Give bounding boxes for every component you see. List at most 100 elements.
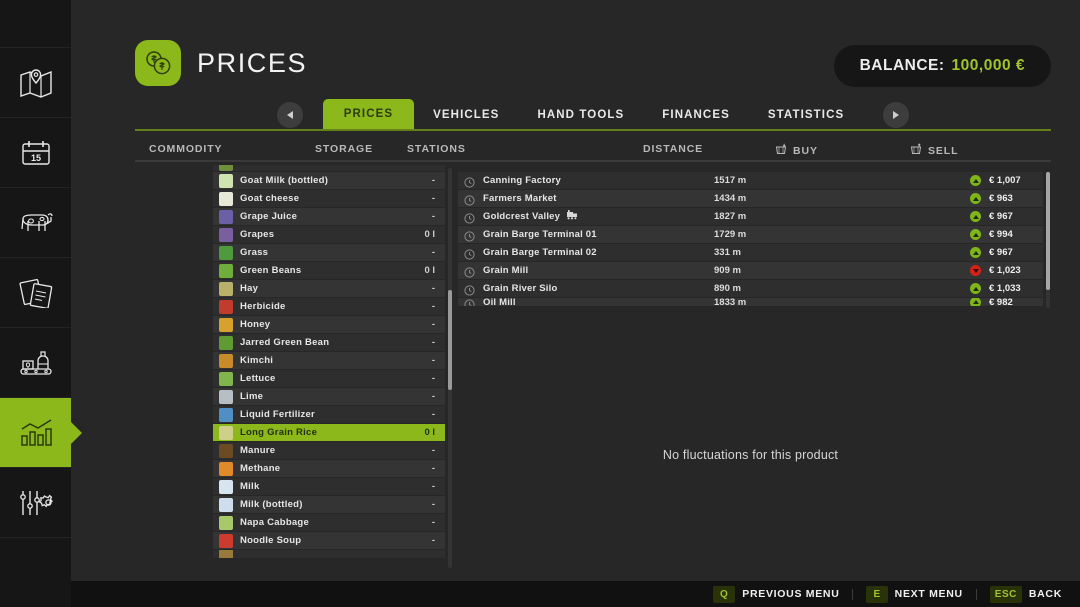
sidebar-item-settings[interactable]: [0, 468, 71, 538]
commodity-storage-value: 0 l: [424, 427, 437, 438]
commodity-storage-value: -: [432, 445, 437, 456]
sidebar-item-contracts[interactable]: [0, 258, 71, 328]
commodity-storage-value: -: [432, 409, 437, 420]
commodity-storage-value: -: [432, 319, 437, 330]
commodity-storage-value: -: [432, 355, 437, 366]
commodity-row[interactable]: Goat cheese-: [213, 190, 445, 208]
stations-scrollbar[interactable]: [1046, 172, 1050, 308]
station-name: Grain Mill: [483, 265, 528, 276]
commodity-list-panel[interactable]: Goat Milk (bottled)-Goat cheese-Grape Ju…: [213, 165, 445, 570]
hint-previous-menu[interactable]: Q PREVIOUS MENU: [713, 586, 839, 603]
commodity-row-selected[interactable]: Long Grain Rice0 l: [213, 424, 445, 442]
column-header-sell: SELL: [910, 143, 958, 158]
commodity-row[interactable]: Grape Juice-: [213, 208, 445, 226]
commodity-row[interactable]: Lettuce-: [213, 370, 445, 388]
station-marker-icon: [464, 193, 475, 204]
commodity-row[interactable]: Methane-: [213, 460, 445, 478]
commodity-row[interactable]: Kimchi-: [213, 352, 445, 370]
commodity-row[interactable]: Grass-: [213, 244, 445, 262]
tab-vehicles[interactable]: VEHICLES: [414, 101, 518, 130]
hint-back[interactable]: ESC BACK: [990, 586, 1062, 603]
commodity-storage-value: -: [432, 301, 437, 312]
tab-hand-tools[interactable]: HAND TOOLS: [518, 101, 643, 130]
commodity-row[interactable]: Honey-: [213, 316, 445, 334]
commodity-icon: [219, 246, 233, 260]
commodity-icon: [219, 426, 233, 440]
commodity-name: Goat cheese: [240, 193, 432, 204]
tab-prev-button[interactable]: [277, 102, 303, 128]
tab-finances[interactable]: FINANCES: [643, 101, 749, 130]
commodity-name: Jarred Green Bean: [240, 337, 432, 348]
tab-prices[interactable]: PRICES: [323, 99, 414, 130]
commodity-row[interactable]: Jarred Green Bean-: [213, 334, 445, 352]
commodity-row[interactable]: Green Beans0 l: [213, 262, 445, 280]
commodity-icon: [219, 498, 233, 512]
sidebar-item-animals[interactable]: [0, 188, 71, 258]
commodity-row[interactable]: Napa Cabbage-: [213, 514, 445, 532]
trend-up-icon: [970, 283, 981, 294]
tab-statistics[interactable]: STATISTICS: [749, 101, 863, 130]
commodity-icon: [219, 228, 233, 242]
commodity-row[interactable]: Hay-: [213, 280, 445, 298]
hint-next-menu[interactable]: E NEXT MENU: [866, 586, 962, 603]
balance-label: BALANCE:: [860, 57, 945, 75]
commodity-row[interactable]: Grapes0 l: [213, 226, 445, 244]
commodity-name: Grape Juice: [240, 211, 432, 222]
bottom-hint-bar: Q PREVIOUS MENU E NEXT MENU ESC BACK: [0, 581, 1080, 607]
commodity-storage-value: -: [432, 337, 437, 348]
commodity-storage-value: -: [432, 373, 437, 384]
station-row[interactable]: Grain Barge Terminal 02331 m€ 967: [458, 244, 1043, 262]
commodity-row[interactable]: [213, 165, 445, 172]
station-distance: 1434 m: [714, 193, 746, 204]
station-distance: 1517 m: [714, 175, 746, 186]
commodity-name: Long Grain Rice: [240, 427, 424, 438]
hint-label-previous-menu: PREVIOUS MENU: [742, 588, 839, 600]
sidebar-item-map[interactable]: [0, 48, 71, 118]
station-name: Farmers Market: [483, 193, 557, 204]
commodity-scrollbar[interactable]: [448, 168, 452, 568]
commodity-row[interactable]: [213, 550, 445, 559]
station-sell-price: € 1,007: [989, 175, 1033, 186]
sidebar-item-production[interactable]: [0, 328, 71, 398]
hint-label-next-menu: NEXT MENU: [895, 588, 963, 600]
commodity-icon: [219, 336, 233, 350]
page-title: PRICES: [197, 48, 307, 79]
sidebar-item-map[interactable]: [0, 0, 71, 48]
buy-label: BUY: [793, 145, 818, 157]
station-marker-icon: [464, 211, 475, 222]
station-name: Grain River Silo: [483, 283, 557, 294]
sidebar-item-calendar[interactable]: 15: [0, 118, 71, 188]
chevron-right-icon: [893, 111, 899, 119]
commodity-row[interactable]: Goat Milk (bottled)-: [213, 172, 445, 190]
station-row[interactable]: Farmers Market1434 m€ 963: [458, 190, 1043, 208]
station-row[interactable]: Oil Mill1833 m€ 982: [458, 298, 1043, 307]
commodity-storage-value: -: [432, 517, 437, 528]
sidebar-item-prices[interactable]: [0, 398, 71, 468]
commodity-scrollbar-thumb[interactable]: [448, 290, 452, 390]
tab-next-button[interactable]: [883, 102, 909, 128]
commodity-name: Manure: [240, 445, 432, 456]
station-row[interactable]: Grain Barge Terminal 011729 m€ 994: [458, 226, 1043, 244]
bar-chart-icon: [18, 418, 54, 448]
stations-list-panel[interactable]: Canning Factory1517 m€ 1,007Farmers Mark…: [458, 172, 1043, 308]
column-header-stations: STATIONS: [407, 143, 466, 155]
station-row[interactable]: Grain Mill909 m€ 1,023: [458, 262, 1043, 280]
commodity-row[interactable]: Lime-: [213, 388, 445, 406]
stations-scrollbar-thumb[interactable]: [1046, 172, 1050, 290]
commodity-row[interactable]: Manure-: [213, 442, 445, 460]
station-row[interactable]: Grain River Silo890 m€ 1,033: [458, 280, 1043, 298]
station-distance: 1729 m: [714, 229, 746, 240]
station-marker-icon: [464, 247, 475, 258]
commodity-row[interactable]: Milk-: [213, 478, 445, 496]
station-sell-cell: € 967: [970, 247, 1033, 258]
commodity-row[interactable]: Herbicide-: [213, 298, 445, 316]
commodity-icon: [219, 534, 233, 548]
station-row[interactable]: Goldcrest Valley1827 m€ 967: [458, 208, 1043, 226]
commodity-row[interactable]: Liquid Fertilizer-: [213, 406, 445, 424]
commodity-icon: [219, 550, 233, 559]
column-header-rule: [135, 160, 1051, 162]
station-row[interactable]: Canning Factory1517 m€ 1,007: [458, 172, 1043, 190]
station-sell-price: € 994: [989, 229, 1033, 240]
commodity-row[interactable]: Milk (bottled)-: [213, 496, 445, 514]
commodity-row[interactable]: Noodle Soup-: [213, 532, 445, 550]
